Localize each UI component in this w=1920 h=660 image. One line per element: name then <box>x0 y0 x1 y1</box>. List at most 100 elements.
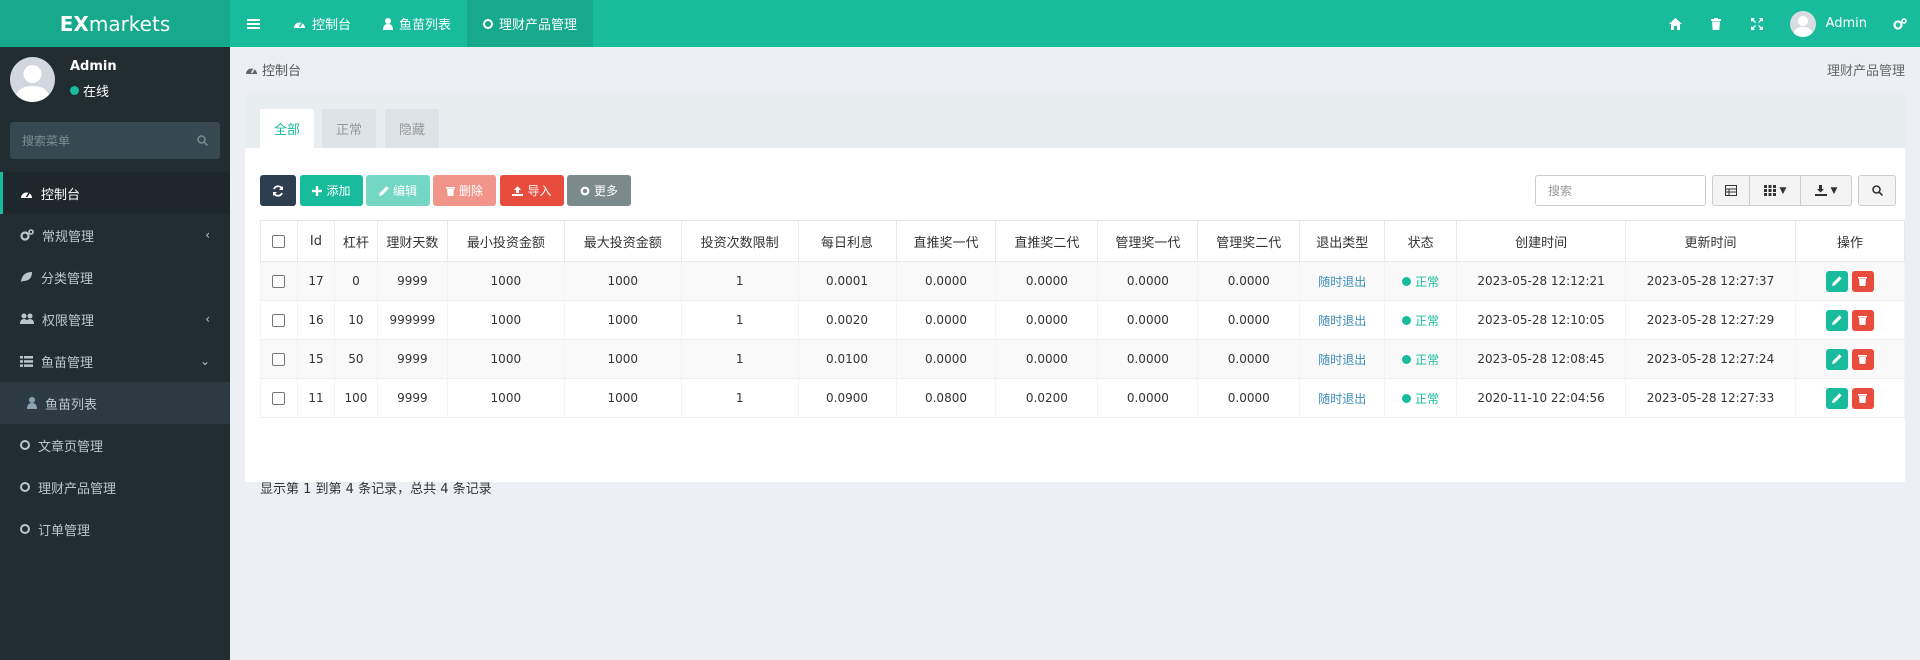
sidebar-item-dashboard[interactable]: 控制台 <box>0 172 230 214</box>
tab-all[interactable]: 全部 <box>260 109 315 148</box>
row-checkbox[interactable] <box>272 275 286 288</box>
column-header[interactable]: 直推奖一代 <box>895 220 997 262</box>
exit-type-label[interactable]: 随时退出 <box>1318 314 1366 328</box>
exit-type-label[interactable]: 随时退出 <box>1318 392 1366 406</box>
column-header: 操作 <box>1794 220 1906 262</box>
tab-normal[interactable]: 正常 <box>322 109 377 148</box>
row-delete-button[interactable] <box>1851 270 1874 292</box>
column-header[interactable]: Id <box>296 220 335 262</box>
sidebar-toggle-button[interactable] <box>230 0 277 47</box>
column-header[interactable]: 直推奖二代 <box>995 220 1099 262</box>
table-search-input[interactable] <box>1535 175 1706 206</box>
settings-button[interactable] <box>1879 0 1920 47</box>
row-checkbox[interactable] <box>272 392 286 405</box>
refresh-button[interactable] <box>260 175 296 206</box>
pencil-icon <box>1831 276 1842 286</box>
sidebar-item-permission[interactable]: 权限管理 ‹ <box>0 298 230 340</box>
nav-tab-dashboard[interactable]: 控制台 <box>277 0 367 47</box>
column-header[interactable]: 最小投资金额 <box>446 220 565 262</box>
fullscreen-button[interactable] <box>1737 0 1778 47</box>
tab-hidden[interactable]: 隐藏 <box>385 109 440 148</box>
delete-button[interactable]: 删除 <box>433 175 496 206</box>
import-button[interactable]: 导入 <box>500 175 564 206</box>
cell-days: 9999 <box>376 378 448 418</box>
cell-actions <box>1794 378 1906 418</box>
row-edit-button[interactable] <box>1825 270 1848 292</box>
sidebar: Admin 在线 控制台 常规管理 ‹ 分类管理 权限管理 ‹ 鱼苗管理 ⌄ <box>0 47 230 660</box>
sidebar-item-orders[interactable]: 订单管理 <box>0 508 230 550</box>
sidebar-item-fish-list[interactable]: 鱼苗列表 <box>0 382 230 424</box>
select-all-checkbox[interactable] <box>272 234 286 248</box>
column-header[interactable]: 创建时间 <box>1456 220 1627 262</box>
status-badge[interactable]: 正常 <box>1402 390 1439 407</box>
row-checkbox[interactable] <box>272 314 286 327</box>
breadcrumb: 控制台 <box>245 60 301 79</box>
sidebar-menu: 控制台 常规管理 ‹ 分类管理 权限管理 ‹ 鱼苗管理 ⌄ 鱼苗列表 文章页管理 <box>0 172 230 550</box>
column-header[interactable]: 杠杆 <box>333 220 378 262</box>
sidebar-item-finance-products[interactable]: 理财产品管理 <box>0 466 230 508</box>
home-button[interactable] <box>1655 0 1696 47</box>
column-header[interactable]: 理财天数 <box>376 220 448 262</box>
columns-dropdown-button[interactable]: ▼ <box>1749 175 1801 206</box>
column-header[interactable]: 最大投资金额 <box>563 220 682 262</box>
refresh-icon <box>273 184 283 197</box>
expand-icon <box>1751 17 1764 30</box>
table-row: 16 10 999999 1000 1000 1 0.0020 0.0000 0… <box>260 300 1906 340</box>
column-header[interactable]: 更新时间 <box>1625 220 1796 262</box>
trash-icon <box>1858 394 1868 403</box>
sidebar-search-input[interactable] <box>22 133 182 148</box>
toggle-view-button[interactable] <box>1712 175 1750 206</box>
gears-icon <box>1892 17 1907 30</box>
top-right-toolbar: Admin <box>1655 0 1920 47</box>
status-badge[interactable]: 正常 <box>1402 312 1439 329</box>
cell-direct-1: 0.0800 <box>895 378 997 418</box>
row-delete-button[interactable] <box>1851 348 1874 370</box>
sidebar-item-category[interactable]: 分类管理 <box>0 256 230 298</box>
status-badge[interactable]: 正常 <box>1402 273 1439 290</box>
edit-button[interactable]: 编辑 <box>366 175 430 206</box>
row-delete-button[interactable] <box>1851 387 1874 409</box>
export-dropdown-button[interactable]: ▼ <box>1800 175 1852 206</box>
cell-min: 1000 <box>446 300 565 340</box>
nav-tab-fish-list[interactable]: 鱼苗列表 <box>367 0 467 47</box>
search-button[interactable] <box>1858 175 1896 206</box>
app-logo[interactable]: EX markets <box>0 0 230 47</box>
row-delete-button[interactable] <box>1851 309 1874 331</box>
row-edit-button[interactable] <box>1825 387 1848 409</box>
column-header[interactable]: 管理奖二代 <box>1197 220 1301 262</box>
user-menu[interactable]: Admin <box>1778 0 1879 47</box>
cell-max: 1000 <box>563 261 682 301</box>
add-button[interactable]: 添加 <box>300 175 363 206</box>
column-header[interactable]: 管理奖一代 <box>1097 220 1199 262</box>
cell-manage-1: 0.0000 <box>1097 378 1199 418</box>
status-badge[interactable]: 正常 <box>1402 351 1439 368</box>
select-all-cell <box>260 220 298 262</box>
column-header[interactable]: 退出类型 <box>1299 220 1386 262</box>
nav-tab-finance-products[interactable]: 理财产品管理 <box>467 0 594 47</box>
status-dot-icon <box>1402 276 1412 286</box>
more-button[interactable]: 更多 <box>567 175 631 206</box>
cell-status: 正常 <box>1384 378 1458 418</box>
row-edit-button[interactable] <box>1825 309 1848 331</box>
cell-id: 11 <box>296 378 335 418</box>
cell-status: 正常 <box>1384 261 1458 301</box>
caret-down-icon: ▼ <box>1779 185 1787 196</box>
page-title: 理财产品管理 <box>1826 64 1905 79</box>
clear-cache-button[interactable] <box>1696 0 1737 47</box>
column-header[interactable]: 投资次数限制 <box>680 220 799 262</box>
exit-type-label[interactable]: 随时退出 <box>1318 353 1366 367</box>
sidebar-item-general[interactable]: 常规管理 ‹ <box>0 214 230 256</box>
row-edit-button[interactable] <box>1825 348 1848 370</box>
exit-type-label[interactable]: 随时退出 <box>1318 275 1366 289</box>
cell-direct-1: 0.0000 <box>895 261 997 301</box>
upload-icon <box>512 185 524 196</box>
cell-limit: 1 <box>680 261 799 301</box>
sidebar-item-fish[interactable]: 鱼苗管理 ⌄ <box>0 340 230 382</box>
cell-lever: 10 <box>333 300 378 340</box>
sidebar-item-article[interactable]: 文章页管理 <box>0 424 230 466</box>
column-header[interactable]: 状态 <box>1384 220 1458 262</box>
search-icon[interactable] <box>197 135 208 146</box>
hamburger-icon <box>247 18 260 29</box>
column-header[interactable]: 每日利息 <box>797 220 897 262</box>
row-checkbox[interactable] <box>272 353 286 366</box>
